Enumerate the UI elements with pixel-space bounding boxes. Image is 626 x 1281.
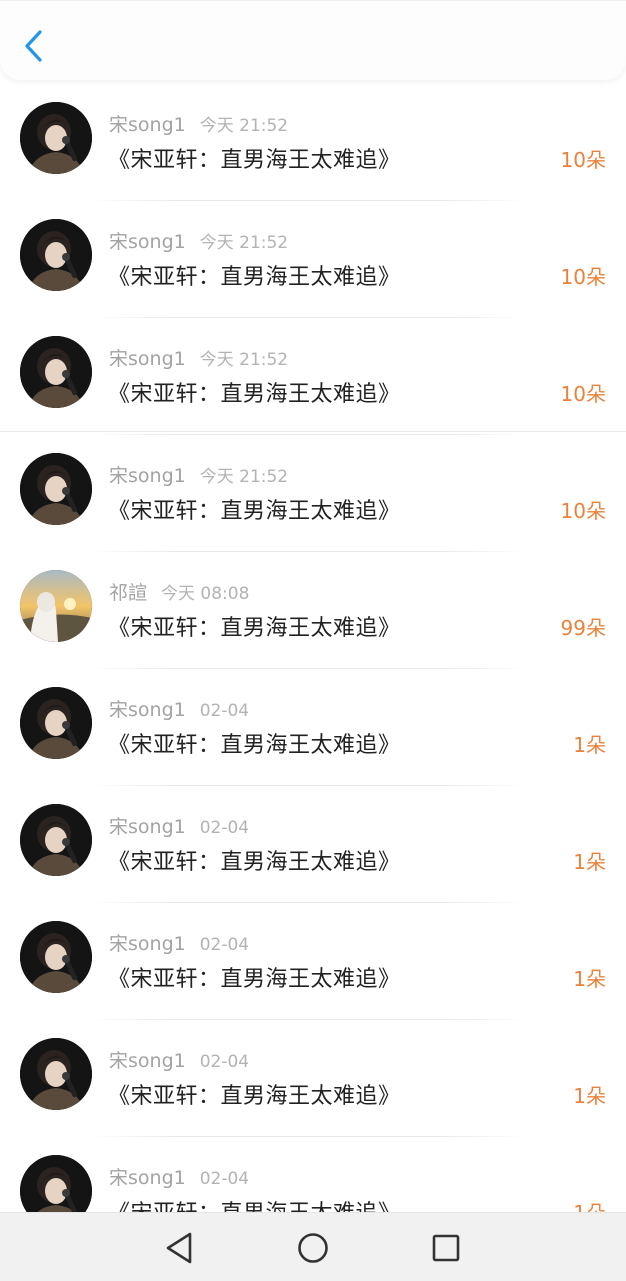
avatar[interactable] [20, 336, 92, 408]
user-name-text: 宋song1 [109, 465, 186, 487]
gift-amount: 10朵 [560, 265, 606, 289]
user-name-text: 宋song1 [109, 114, 186, 136]
avatar[interactable] [20, 921, 92, 993]
user-name-text: 宋song1 [109, 816, 186, 838]
timestamp: 今天 08:08 [161, 584, 250, 604]
timestamp: 02-04 [199, 1052, 250, 1072]
system-nav-bar [0, 1212, 626, 1281]
avatar[interactable] [20, 102, 92, 174]
gift-record-row[interactable]: 宋song1 今天 21:52 《宋亚轩：直男海王太难追》 10朵 [0, 201, 626, 318]
user-name-text: 宋song1 [109, 699, 186, 721]
user-name: 宋song1 今天 21:52 [109, 110, 288, 137]
avatar[interactable] [20, 804, 92, 876]
gift-record-row[interactable]: 宋song1 今天 21:52 《宋亚轩：直男海王太难追》 10朵 [0, 84, 626, 201]
book-title: 《宋亚轩：直男海王太难追》 [108, 1084, 401, 1109]
avatar[interactable] [20, 687, 92, 759]
chevron-left-icon [25, 30, 42, 62]
book-title: 《宋亚轩：直男海王太难追》 [108, 1195, 401, 1212]
gift-record-row[interactable]: 宋song1 02-04 《宋亚轩：直男海王太难追》 1朵 [0, 1137, 626, 1212]
nav-home-button[interactable] [293, 1228, 333, 1268]
timestamp: 02-04 [199, 1169, 250, 1189]
user-name-text: 宋song1 [109, 348, 186, 370]
timestamp: 今天 21:52 [199, 116, 289, 136]
nav-back-button[interactable] [160, 1228, 200, 1268]
avatar[interactable] [20, 1155, 92, 1212]
book-title: 《宋亚轩：直男海王太难追》 [108, 850, 401, 875]
avatar[interactable] [20, 1038, 92, 1110]
user-name-text: 祁諠 [109, 582, 148, 604]
timestamp: 今天 21:52 [199, 350, 289, 370]
book-title: 《宋亚轩：直男海王太难追》 [108, 616, 401, 641]
gift-record-row[interactable]: 宋song1 02-04 《宋亚轩：直男海王太难追》 1朵 [0, 1020, 626, 1137]
square-recents-icon [432, 1234, 460, 1262]
avatar[interactable] [20, 219, 92, 291]
book-title: 《宋亚轩：直男海王太难追》 [108, 382, 401, 407]
gift-record-row[interactable]: 宋song1 02-04 《宋亚轩：直男海王太难追》 1朵 [0, 903, 626, 1020]
timestamp: 今天 21:52 [199, 233, 289, 253]
gift-record-row[interactable]: 宋song1 今天 21:52 《宋亚轩：直男海王太难追》 10朵 [0, 435, 626, 552]
timestamp: 02-04 [199, 818, 250, 838]
gift-amount: 10朵 [560, 499, 606, 523]
user-name-text: 宋song1 [109, 933, 186, 955]
timestamp: 02-04 [199, 935, 250, 955]
back-button[interactable] [20, 29, 48, 63]
book-title: 《宋亚轩：直男海王太难追》 [108, 148, 401, 173]
timestamp: 今天 21:52 [199, 467, 289, 487]
gift-record-row[interactable]: 宋song1 02-04 《宋亚轩：直男海王太难追》 1朵 [0, 669, 626, 786]
circle-home-icon [298, 1233, 328, 1263]
book-title: 《宋亚轩：直男海王太难追》 [108, 967, 401, 992]
nav-recents-button[interactable] [426, 1228, 466, 1268]
book-title: 《宋亚轩：直男海王太难追》 [108, 265, 401, 290]
user-name-text: 宋song1 [109, 231, 186, 253]
book-title: 《宋亚轩：直男海王太难追》 [108, 733, 401, 758]
user-name: 宋song1 02-04 [109, 1046, 249, 1073]
timestamp: 02-04 [199, 701, 250, 721]
gift-amount: 1朵 [573, 850, 606, 874]
gift-list: 宋song1 今天 21:52 《宋亚轩：直男海王太难追》 10朵 宋song1 今天 2… [0, 84, 626, 1212]
user-name: 宋song1 02-04 [109, 695, 249, 722]
gift-record-row[interactable]: 宋song1 02-04 《宋亚轩：直男海王太难追》 1朵 [0, 786, 626, 903]
user-name: 宋song1 02-04 [109, 1163, 249, 1190]
user-name: 宋song1 今天 21:52 [109, 461, 288, 488]
avatar[interactable] [20, 453, 92, 525]
user-name-text: 宋song1 [109, 1167, 186, 1189]
gift-amount: 1朵 [573, 733, 606, 757]
user-name: 祁諠 今天 08:08 [109, 578, 249, 605]
user-name: 宋song1 02-04 [109, 812, 249, 839]
avatar[interactable] [20, 570, 92, 642]
user-name: 宋song1 今天 21:52 [109, 227, 288, 254]
gift-amount: 10朵 [560, 148, 606, 172]
gift-amount: 1朵 [573, 1084, 606, 1108]
book-title: 《宋亚轩：直男海王太难追》 [108, 499, 401, 524]
user-name-text: 宋song1 [109, 1050, 186, 1072]
user-name: 宋song1 今天 21:52 [109, 344, 288, 371]
triangle-back-icon [166, 1232, 192, 1264]
user-name: 宋song1 02-04 [109, 929, 249, 956]
gift-amount: 1朵 [573, 967, 606, 991]
gift-amount: 1朵 [573, 1197, 606, 1212]
gift-amount: 99朵 [560, 616, 606, 640]
top-bar [0, 0, 626, 80]
gift-amount: 10朵 [560, 382, 606, 406]
gift-record-row[interactable]: 祁諠 今天 08:08 《宋亚轩：直男海王太难追》 99朵 [0, 552, 626, 669]
gift-record-row[interactable]: 宋song1 今天 21:52 《宋亚轩：直男海王太难追》 10朵 [0, 318, 626, 435]
